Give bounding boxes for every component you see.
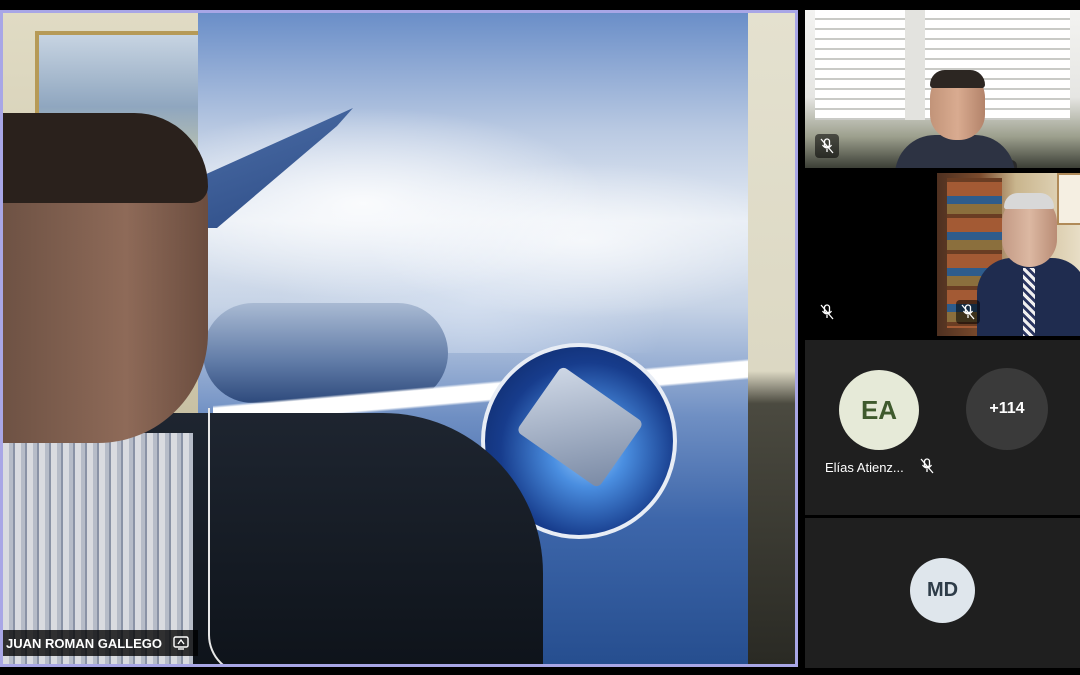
more-participants-button[interactable]: +114 — [966, 368, 1048, 450]
video-background-door — [748, 13, 795, 664]
speaker-name: JUAN ROMAN GALLEGO — [6, 635, 162, 651]
participant-name: Elías Atienz... — [825, 460, 904, 475]
participant-video-tile-2[interactable] — [805, 173, 1080, 336]
mic-off-icon — [815, 300, 839, 324]
mic-off-icon — [956, 300, 980, 324]
participant-1-hair — [930, 70, 985, 88]
participant-tile-4[interactable]: MD — [805, 518, 1080, 668]
participant-2-hair — [1004, 193, 1054, 209]
speaker-hair — [3, 113, 208, 203]
speaker-name-label: JUAN ROMAN GALLEGO — [3, 630, 198, 656]
participant-2-tie — [1023, 268, 1035, 336]
participant-video-tile-1[interactable] — [805, 10, 1080, 168]
earphone-cable — [208, 408, 265, 664]
mic-off-icon — [920, 458, 934, 479]
mic-off-icon — [815, 134, 839, 158]
participant-avatar: EA — [839, 370, 919, 450]
wall-painting — [1057, 173, 1080, 225]
speaker-person — [3, 113, 563, 664]
main-speaker-video[interactable]: JUAN ROMAN GALLEGO — [0, 10, 798, 667]
screen-share-icon — [172, 635, 190, 651]
participant-avatar: MD — [910, 558, 975, 623]
participant-1-person — [895, 70, 1017, 168]
participant-tile-3[interactable]: EA Elías Atienz... +114 — [805, 340, 1080, 515]
